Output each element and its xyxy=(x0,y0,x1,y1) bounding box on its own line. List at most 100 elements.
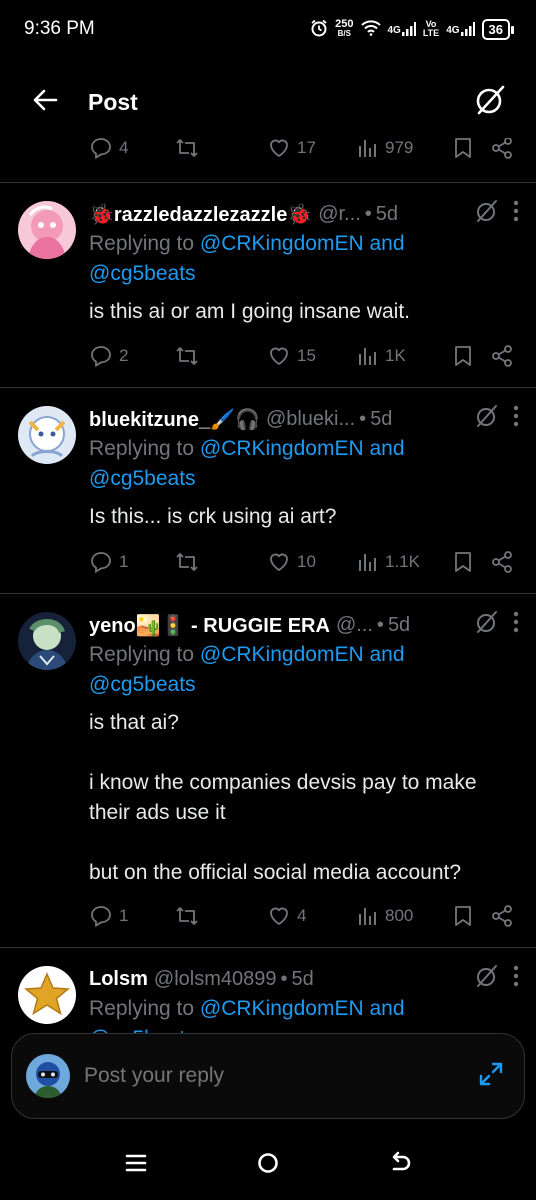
repost-button[interactable] xyxy=(174,138,267,160)
views-button[interactable]: 1K xyxy=(357,345,452,367)
bookmark-button[interactable] xyxy=(452,344,490,368)
bookmark-button[interactable] xyxy=(452,904,490,928)
repost-button[interactable] xyxy=(174,904,267,928)
grok-icon[interactable] xyxy=(475,404,499,434)
action-bar: 1 10 1.1K xyxy=(89,544,519,580)
reply-item[interactable]: yeno🏜️🚦 - RUGGIE ERA @... • 5d Replying … xyxy=(0,594,536,947)
reply-input[interactable] xyxy=(84,1064,476,1088)
bookmark-button[interactable] xyxy=(452,550,490,574)
more-options-icon[interactable] xyxy=(513,200,519,228)
page-title: Post xyxy=(88,88,138,115)
more-options-icon[interactable] xyxy=(513,405,519,433)
grok-icon[interactable] xyxy=(475,610,499,640)
display-name[interactable]: 🐞razzledazzlezazzle🐞 xyxy=(89,202,312,227)
network-speed: 250 B/S xyxy=(335,18,354,39)
reply-item[interactable]: 🐞razzledazzlezazzle🐞 @r... • 5d Replying… xyxy=(0,183,536,387)
user-handle[interactable]: @lolsm40899 xyxy=(154,968,277,991)
mention-link[interactable]: @CRKingdomEN xyxy=(200,643,364,666)
replying-to: Replying to @CRKingdomEN and@cg5beats xyxy=(89,437,405,490)
bookmark-button[interactable] xyxy=(452,138,490,160)
expand-icon[interactable] xyxy=(476,1059,506,1094)
like-count: 4 xyxy=(297,906,307,925)
status-icons: 250 B/S 4G Vo LTE 4G 36 xyxy=(310,18,515,40)
separator-dot: • xyxy=(280,967,288,990)
grok-icon[interactable] xyxy=(475,199,499,229)
home-icon[interactable] xyxy=(256,1151,280,1180)
grok-icon[interactable] xyxy=(475,964,499,994)
back-icon[interactable] xyxy=(388,1151,412,1180)
like-button[interactable]: 17 xyxy=(267,138,357,160)
reply-item[interactable]: Lolsm @lolsm40899 • 5d Replying to @CRKi… xyxy=(0,948,536,1038)
avatar[interactable] xyxy=(18,966,76,1024)
post-time[interactable]: 5d xyxy=(388,614,410,637)
signal-2: 4G xyxy=(446,22,475,36)
like-count: 10 xyxy=(297,552,316,571)
user-handle[interactable]: @blueki... xyxy=(266,408,355,431)
mention-link[interactable]: @cg5beats xyxy=(89,262,196,285)
reply-text: Is this... is crk using ai art? xyxy=(89,505,337,528)
post-time[interactable]: 5d xyxy=(376,203,398,226)
mention-link[interactable]: @CRKingdomEN xyxy=(200,437,364,460)
reply-count: 1 xyxy=(119,906,129,925)
user-handle[interactable]: @r... xyxy=(318,203,361,226)
system-navigation-bar xyxy=(0,1130,536,1200)
post-time[interactable]: 5d xyxy=(292,968,314,991)
reply-composer[interactable] xyxy=(11,1033,525,1119)
share-button[interactable] xyxy=(490,904,514,928)
signal-1: 4G xyxy=(388,22,416,36)
mention-link[interactable]: @cg5beats xyxy=(89,673,196,696)
replying-to: Replying to @CRKingdomEN and@cg5beats xyxy=(89,232,405,285)
avatar[interactable] xyxy=(18,406,76,464)
reply-text: is this ai or am I going insane wait. xyxy=(89,300,410,323)
alarm-icon xyxy=(310,19,328,40)
reply-count: 2 xyxy=(119,346,129,365)
user-handle[interactable]: @... xyxy=(336,614,373,637)
recents-icon[interactable] xyxy=(124,1151,148,1180)
views-button[interactable]: 979 xyxy=(357,138,452,159)
replying-to: Replying to @CRKingdomEN and@cg5beats xyxy=(89,643,405,696)
status-bar: 9:36 PM 250 B/S 4G Vo LTE 4G 36 xyxy=(0,0,536,58)
repost-button[interactable] xyxy=(174,344,267,368)
separator-dot: • xyxy=(364,202,372,225)
reply-button[interactable]: 1 xyxy=(89,550,174,574)
mention-link[interactable]: @CRKingdomEN xyxy=(200,997,364,1020)
reply-count: 1 xyxy=(119,552,129,571)
mention-link[interactable]: @CRKingdomEN xyxy=(200,232,364,255)
back-arrow-icon[interactable] xyxy=(30,85,60,120)
separator-dot: • xyxy=(359,407,367,430)
display-name[interactable]: yeno🏜️🚦 - RUGGIE ERA xyxy=(89,613,330,638)
reply-text: is that ai? i know the companies devsis … xyxy=(89,711,477,884)
action-bar: 1 4 800 xyxy=(89,898,519,934)
avatar[interactable] xyxy=(18,201,76,259)
avatar[interactable] xyxy=(18,612,76,670)
battery-icon: 36 xyxy=(481,18,515,40)
previous-post-actions: 4 17 979 xyxy=(0,138,536,162)
more-options-icon[interactable] xyxy=(513,965,519,993)
reply-item[interactable]: bluekitzune_🖌️🎧 @blueki... • 5d Replying… xyxy=(0,388,536,593)
display-name[interactable]: Lolsm xyxy=(89,968,148,991)
status-time: 9:36 PM xyxy=(24,18,95,39)
reply-button[interactable]: 1 xyxy=(89,904,174,928)
share-button[interactable] xyxy=(490,344,514,368)
view-count: 1.1K xyxy=(385,552,420,571)
more-options-icon[interactable] xyxy=(513,611,519,639)
top-app-bar: Post xyxy=(0,72,536,132)
view-count: 1K xyxy=(385,346,406,365)
reply-button[interactable]: 2 xyxy=(89,344,174,368)
like-button[interactable]: 10 xyxy=(267,550,357,574)
action-bar: 2 15 1K xyxy=(89,338,519,374)
volte-icon: Vo LTE xyxy=(422,19,440,38)
like-button[interactable]: 15 xyxy=(267,344,357,368)
views-button[interactable]: 1.1K xyxy=(357,551,452,573)
post-time[interactable]: 5d xyxy=(370,408,392,431)
repost-button[interactable] xyxy=(174,550,267,574)
like-button[interactable]: 4 xyxy=(267,904,357,928)
reply-button[interactable]: 4 xyxy=(89,138,174,160)
share-button[interactable] xyxy=(490,138,514,160)
display-name[interactable]: bluekitzune_🖌️🎧 xyxy=(89,407,260,432)
replying-to: Replying to @CRKingdomEN and@cg5beats xyxy=(89,994,519,1038)
views-button[interactable]: 800 xyxy=(357,905,452,927)
share-button[interactable] xyxy=(490,550,514,574)
grok-icon[interactable] xyxy=(474,84,506,121)
mention-link[interactable]: @cg5beats xyxy=(89,467,196,490)
